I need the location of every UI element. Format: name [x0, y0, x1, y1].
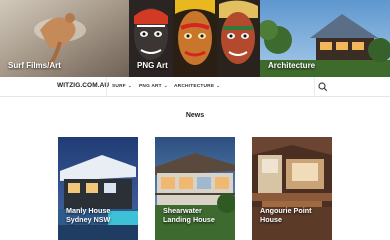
nav-item-png-art-label: PNG ART: [139, 84, 162, 89]
card-title-line: Sydney NSW: [66, 215, 111, 224]
card-title-line: Manly House: [66, 206, 111, 215]
card-title: Manly House Sydney NSW: [66, 206, 110, 224]
nav-divider: [314, 77, 315, 97]
card-title-line: Angourie Point: [260, 206, 312, 215]
chevron-down-icon: ⌄: [163, 83, 168, 88]
nav-item-surf-label: SURF: [112, 84, 126, 89]
card-image: [252, 137, 332, 240]
banner-label-png[interactable]: PNG Art: [137, 61, 168, 70]
nav-item-architecture[interactable]: ARCHITECTURE ⌄: [174, 83, 220, 89]
banner-panel-architecture[interactable]: Architecture: [260, 0, 390, 77]
chevron-down-icon: ⌄: [127, 83, 132, 88]
chevron-down-icon: ⌄: [216, 83, 221, 88]
nav-divider: [106, 77, 107, 97]
header-banner: Surf Films/Art PNG Art Architecture: [0, 0, 390, 77]
section-title-news: News: [185, 112, 205, 119]
search-button[interactable]: [316, 80, 330, 94]
card-title: Angourie Point House: [260, 206, 312, 224]
banner-label-surf[interactable]: Surf Films/Art: [8, 61, 61, 70]
card-title: Shearwater Landing House: [163, 206, 215, 224]
card-image: [58, 137, 138, 240]
card-title-line: Shearwater: [163, 206, 202, 215]
card-title-line: House: [260, 215, 282, 224]
banner-label-architecture[interactable]: Architecture: [268, 61, 315, 70]
site-title-link[interactable]: WITZIG.COM.AU: [57, 82, 109, 89]
news-card-angourie-point-house[interactable]: Angourie Point House: [252, 137, 332, 240]
news-card-manly-house[interactable]: Manly House Sydney NSW: [58, 137, 138, 240]
nav-item-png-art[interactable]: PNG ART ⌄: [139, 83, 168, 89]
card-image: [155, 137, 235, 240]
search-icon: [318, 82, 328, 92]
news-card-shearwater-landing-house[interactable]: Shearwater Landing House: [155, 137, 235, 240]
nav-item-architecture-label: ARCHITECTURE: [174, 84, 215, 89]
card-title-line: Landing House: [163, 215, 215, 224]
banner-panel-surf[interactable]: Surf Films/Art: [0, 0, 129, 77]
banner-panel-png[interactable]: PNG Art: [129, 0, 260, 77]
nav-item-surf[interactable]: SURF ⌄: [112, 83, 132, 89]
